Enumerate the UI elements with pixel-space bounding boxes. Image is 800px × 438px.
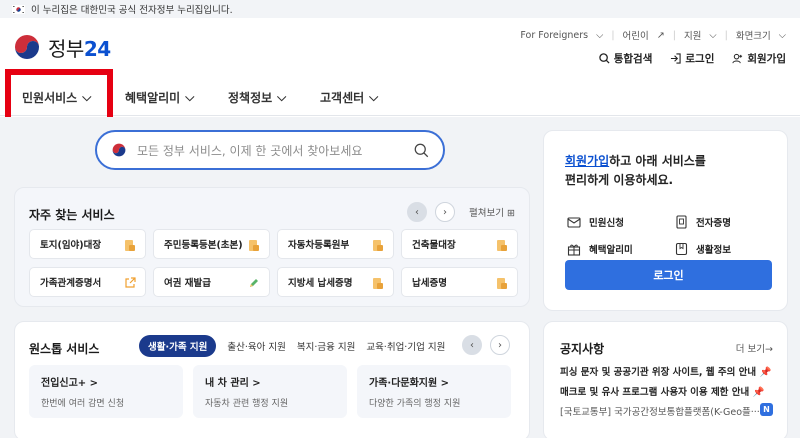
onestop-card[interactable]: 내 차 관리 > 자동차 관련 행정 지원 (193, 365, 347, 418)
gift-icon (567, 244, 581, 256)
signup-inline-link[interactable]: 회원가입 (565, 154, 609, 168)
quick-benefit-alert[interactable]: 혜택알리미 (567, 242, 633, 256)
main-content: 모든 정부 서비스, 이제 한 곳에서 찾아보세요 자주 찾는 서비스 ‹ › … (0, 117, 800, 438)
signup-link[interactable]: 회원가입 (732, 51, 786, 66)
gov-emblem-icon (112, 143, 126, 157)
service-item[interactable]: 주민등록등본(초본) (153, 229, 270, 259)
main-navigation: 민원서비스 ⌵ 혜택알리미 ⌵ 정책정보 ⌵ 고객센터 ⌵ (0, 78, 800, 116)
quick-e-cert[interactable]: 전자증명 (675, 215, 731, 229)
for-foreigners-link[interactable]: For Foreigners (520, 30, 588, 41)
login-message: 회원가입하고 아래 서비스를 편리하게 이용하세요. (565, 154, 706, 187)
external-link-icon: ↗ (656, 29, 665, 41)
prev-arrow-icon[interactable]: ‹ (462, 335, 482, 355)
notice-item[interactable]: 피싱 문자 및 공공기관 위장 사이트, 웹 주의 안내 📌 (560, 364, 771, 378)
next-arrow-icon[interactable]: › (435, 202, 455, 222)
login-icon (671, 53, 682, 64)
chevron-down-icon: ⌵ (778, 29, 786, 41)
document-icon (125, 240, 135, 251)
login-button[interactable]: 로그인 (565, 260, 772, 290)
tab-life-family[interactable]: 생활·가족 지원 (139, 335, 217, 357)
nav-benefit-alert[interactable]: 혜택알리미 ⌵ (125, 89, 194, 106)
gov24-logo[interactable]: 정부24 (12, 32, 111, 62)
chevron-down-icon: ⌵ (277, 90, 287, 104)
onestop-services-panel: 원스톱 서비스 생활·가족 지원 출산·육아 지원 복지·금융 지원 교육·취업… (14, 321, 530, 438)
support-link[interactable]: 지원 (684, 28, 701, 42)
service-item[interactable]: 여권 재발급 (153, 267, 270, 297)
tab-childbirth[interactable]: 출산·육아 지원 (227, 339, 285, 353)
chevron-down-icon: ⌵ (596, 29, 604, 41)
quick-civil-apply[interactable]: 민원신청 (567, 215, 624, 229)
certificate-icon (676, 215, 687, 229)
notice-item[interactable]: 매크로 및 유사 프로그램 사용자 이용 제한 안내 📌 (560, 384, 764, 398)
login-link[interactable]: 로그인 (670, 51, 714, 66)
taegukgi-icon (12, 4, 25, 14)
site-header: 정부24 For Foreigners ⌵ | 어린이 ↗ | 지원 ⌵ | 화면크기… (0, 18, 800, 78)
onestop-title: 원스톱 서비스 (29, 342, 100, 356)
search-icon (599, 53, 610, 64)
utility-actions: 통합검색 로그인 회원가입 (599, 51, 786, 66)
search-bar[interactable]: 모든 정부 서비스, 이제 한 곳에서 찾아보세요 (95, 130, 445, 170)
nav-customer-center[interactable]: 고객센터 ⌵ (320, 89, 378, 106)
mail-icon (567, 216, 581, 228)
service-item[interactable]: 지방세 납세증명 (277, 267, 394, 297)
chevron-down-icon: ⌵ (185, 90, 195, 104)
book-icon (675, 242, 688, 256)
service-item[interactable]: 자동차등록원부 (277, 229, 394, 259)
pencil-icon (250, 279, 258, 287)
gov-emblem-icon (13, 33, 41, 61)
onestop-card[interactable]: 전입신고+ > 한번에 여러 감면 신청 (29, 365, 183, 418)
pin-icon: 📌 (759, 367, 772, 378)
frequent-pager: ‹ › 펼쳐보기 ⊞ (407, 202, 515, 222)
notice-more-link[interactable]: 더 보기→ (736, 341, 773, 355)
logo-text: 정부24 (48, 36, 111, 61)
nav-policy-info[interactable]: 정책정보 ⌵ (228, 89, 286, 106)
chevron-down-icon: ⌵ (709, 29, 717, 41)
kids-link[interactable]: 어린이 (623, 28, 649, 42)
search-icon[interactable] (414, 143, 429, 158)
prev-arrow-icon[interactable]: ‹ (407, 202, 427, 222)
integrated-search-button[interactable]: 통합검색 (599, 51, 652, 66)
document-icon (497, 278, 507, 289)
document-icon (249, 240, 259, 251)
quick-life-info[interactable]: 생활정보 (675, 242, 731, 256)
external-link-icon (125, 277, 136, 288)
tab-education-jobs[interactable]: 교육·취업·기업 지원 (366, 339, 445, 353)
frequent-services-title: 자주 찾는 서비스 (29, 208, 115, 222)
service-item[interactable]: 납세증명 (401, 267, 518, 297)
next-arrow-icon[interactable]: › (490, 335, 510, 355)
document-icon (497, 240, 507, 251)
new-badge: N (760, 403, 773, 416)
notice-item[interactable]: [국토교통부] 국가공간정보통합플랫폼(K-Geo플··· (560, 404, 760, 418)
tab-welfare-finance[interactable]: 복지·금융 지원 (297, 339, 355, 353)
document-icon (373, 240, 383, 251)
gov-banner-text: 이 누리집은 대한민국 공식 전자정부 누리집입니다. (31, 5, 233, 16)
chevron-down-icon: ⌵ (369, 90, 379, 104)
notice-title: 공지사항 (560, 342, 605, 356)
onestop-card[interactable]: 가족·다문화지원 > 다양한 가족의 행정 지원 (357, 365, 511, 418)
service-item[interactable]: 건축물대장 (401, 229, 518, 259)
gov-banner: 이 누리집은 대한민국 공식 전자정부 누리집입니다. (0, 0, 800, 18)
onestop-pager: ‹ › (462, 335, 510, 355)
screen-size-link[interactable]: 화면크기 (736, 28, 771, 42)
service-item[interactable]: 토지(임야)대장 (29, 229, 146, 259)
notice-panel: 공지사항 더 보기→ 피싱 문자 및 공공기관 위장 사이트, 웹 주의 안내 … (543, 321, 788, 438)
document-icon (373, 278, 383, 289)
onestop-tabs: 생활·가족 지원 출산·육아 지원 복지·금융 지원 교육·취업·기업 지원 (139, 335, 445, 357)
unfold-button[interactable]: 펼쳐보기 ⊞ (469, 205, 515, 219)
utility-links: For Foreigners ⌵ | 어린이 ↗ | 지원 ⌵ | 화면크기 ⌵ (520, 28, 786, 43)
search-input[interactable]: 모든 정부 서비스, 이제 한 곳에서 찾아보세요 (137, 142, 414, 159)
frequent-services-panel: 자주 찾는 서비스 ‹ › 펼쳐보기 ⊞ 토지(임야)대장 주민등록등본(초본)… (14, 187, 530, 307)
service-item[interactable]: 가족관계증명서 (29, 267, 146, 297)
user-add-icon (732, 53, 743, 64)
pin-icon: 📌 (752, 387, 765, 398)
login-panel: 회원가입하고 아래 서비스를 편리하게 이용하세요. 민원신청 전자증명 혜택알… (543, 130, 788, 311)
